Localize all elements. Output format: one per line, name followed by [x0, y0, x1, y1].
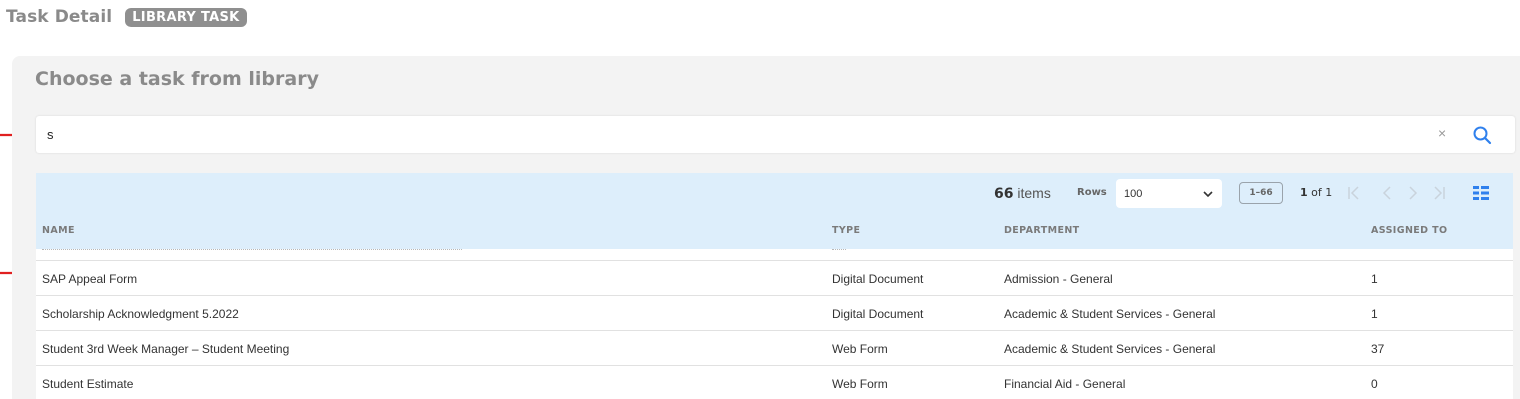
column-header-name[interactable]: NAME: [42, 225, 75, 236]
table-toolbar: 66 items Rows 100 1–66 1 of 1: [36, 173, 1513, 214]
column-header-assigned-to[interactable]: ASSIGNED TO: [1371, 225, 1448, 236]
rows-per-page-select[interactable]: 100: [1116, 179, 1222, 208]
search-icon[interactable]: [1472, 125, 1492, 145]
close-icon[interactable]: ×: [1438, 125, 1446, 141]
cell-assigned-to: 1: [1371, 307, 1378, 321]
columns-icon[interactable]: [1472, 184, 1490, 202]
library-task-badge: LIBRARY TASK: [125, 7, 247, 27]
next-page-icon[interactable]: [1406, 185, 1420, 201]
page-total: of 1: [1311, 186, 1333, 199]
column-header-type[interactable]: TYPE: [832, 225, 860, 236]
cell-assigned-to: 37: [1371, 342, 1385, 356]
search-input[interactable]: [47, 124, 1427, 145]
table-row-partial: [36, 249, 1513, 261]
items-count: 66 items: [994, 185, 1051, 202]
table-body: SAP Appeal Form Digital Document Admissi…: [36, 249, 1513, 399]
cell-department: Admission - General: [1004, 272, 1113, 286]
cell-type: Web Form: [832, 342, 888, 356]
table-row[interactable]: Scholarship Acknowledgment 5.2022 Digita…: [36, 296, 1513, 331]
last-page-icon[interactable]: [1432, 185, 1446, 201]
cell-department: Financial Aid - General: [1004, 377, 1126, 391]
cell-type: Digital Document: [832, 272, 924, 286]
prev-page-icon[interactable]: [1380, 185, 1394, 201]
page-header: Task Detail LIBRARY TASK: [6, 6, 247, 28]
cell-name: SAP Appeal Form: [42, 272, 138, 286]
task-library-panel: Choose a task from library × 66 items Ro…: [12, 56, 1520, 399]
panel-title: Choose a task from library: [35, 68, 319, 90]
items-count-value: 66: [994, 186, 1014, 202]
column-header-department[interactable]: DEPARTMENT: [1004, 225, 1080, 236]
chevron-down-icon: [1203, 190, 1213, 197]
cell-department: Academic & Student Services - General: [1004, 307, 1216, 321]
rows-per-page-value: 100: [1124, 187, 1143, 200]
items-label: items: [1017, 185, 1051, 201]
cell-name: Student Estimate: [42, 377, 134, 391]
cell-department: Academic & Student Services - General: [1004, 342, 1216, 356]
page-indicator: 1 of 1: [1300, 186, 1332, 199]
cell-assigned-to: 0: [1371, 377, 1378, 391]
cell-type: Digital Document: [832, 307, 924, 321]
item-range: 1–66: [1239, 182, 1283, 204]
page-title: Task Detail: [6, 7, 113, 27]
cell-name: Student 3rd Week Manager – Student Meeti…: [42, 342, 290, 356]
table-row[interactable]: Student 3rd Week Manager – Student Meeti…: [36, 331, 1513, 366]
task-table: 66 items Rows 100 1–66 1 of 1 NAME TYPE …: [36, 173, 1513, 399]
cell-assigned-to: 1: [1371, 272, 1378, 286]
first-page-icon[interactable]: [1347, 185, 1361, 201]
table-row[interactable]: SAP Appeal Form Digital Document Admissi…: [36, 261, 1513, 296]
search-box: ×: [36, 116, 1515, 153]
table-header: NAME TYPE DEPARTMENT ASSIGNED TO: [36, 214, 1513, 249]
table-row[interactable]: Student Estimate Web Form Financial Aid …: [36, 366, 1513, 399]
page-current: 1: [1300, 186, 1308, 199]
cell-name: Scholarship Acknowledgment 5.2022: [42, 307, 239, 321]
cell-type: Web Form: [832, 377, 888, 391]
rows-label: Rows: [1077, 187, 1107, 198]
